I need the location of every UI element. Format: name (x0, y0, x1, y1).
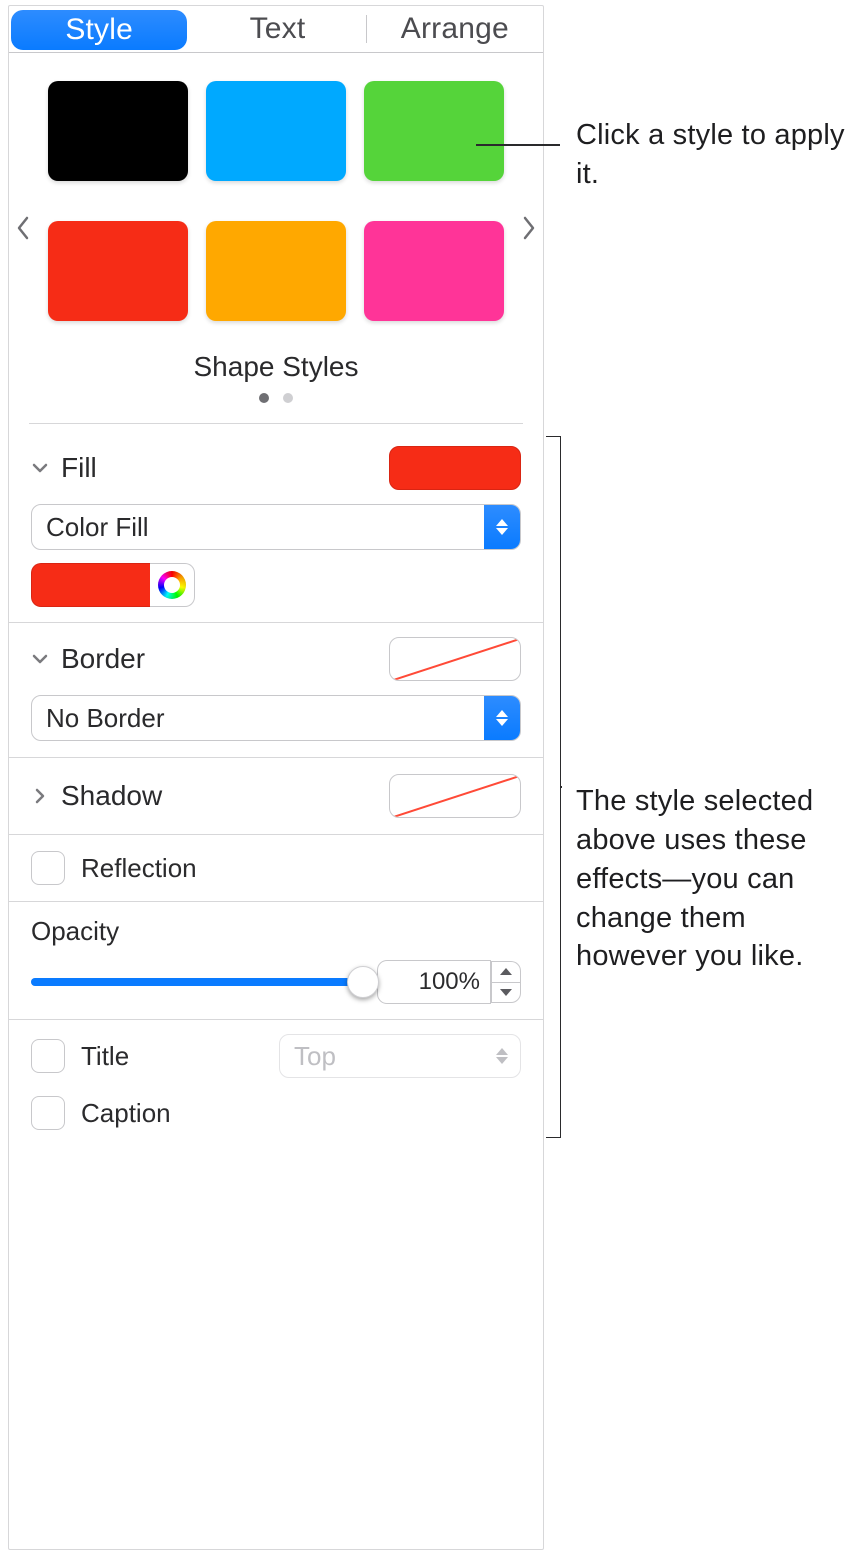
callout-leader-line (476, 144, 560, 146)
shape-styles-gallery: Shape Styles (9, 53, 543, 409)
style-swatch-red[interactable] (48, 221, 188, 321)
reflection-section: Reflection (9, 835, 543, 902)
popup-stepper-icon (484, 696, 520, 740)
format-inspector-panel: Style Text Arrange Shape S (8, 5, 544, 1550)
tab-label: Style (65, 13, 133, 47)
opacity-label: Opacity (31, 916, 521, 947)
opacity-step-up[interactable] (491, 961, 521, 982)
callout-styles: Click a style to apply it. (576, 116, 846, 194)
title-caption-section: Title Top Caption (9, 1020, 543, 1146)
inspector-tabs: Style Text Arrange (9, 6, 543, 53)
border-type-popup[interactable]: No Border (31, 695, 521, 741)
tab-style[interactable]: Style (11, 10, 187, 50)
popup-stepper-icon (484, 1035, 520, 1077)
slider-fill (31, 978, 363, 986)
gallery-prev-button[interactable] (11, 215, 35, 247)
page-dot-2[interactable] (283, 393, 293, 403)
fill-preview-well[interactable] (389, 446, 521, 490)
popup-stepper-icon (484, 505, 520, 549)
style-swatch-blue[interactable] (206, 81, 346, 181)
fill-color-picker-button[interactable] (150, 563, 195, 607)
border-section: Border No Border (9, 623, 543, 758)
caption-checkbox[interactable] (31, 1096, 65, 1130)
shadow-section: Shadow (9, 758, 543, 835)
chevron-down-icon[interactable] (31, 650, 49, 668)
callout-text: The style selected above uses these effe… (576, 785, 813, 972)
chevron-right-icon (522, 215, 536, 246)
chevron-right-icon[interactable] (31, 787, 49, 805)
style-swatch-black[interactable] (48, 81, 188, 181)
color-wheel-icon (158, 571, 186, 599)
tab-text[interactable]: Text (189, 6, 365, 52)
reflection-checkbox[interactable] (31, 851, 65, 885)
opacity-value-field[interactable]: 100% (377, 960, 491, 1004)
gallery-page-dots (31, 393, 521, 403)
gallery-next-button[interactable] (517, 215, 541, 247)
title-label: Title (81, 1041, 129, 1072)
tab-label: Arrange (401, 12, 509, 46)
border-label: Border (61, 643, 145, 675)
caption-label: Caption (81, 1098, 171, 1129)
style-swatch-pink[interactable] (364, 221, 504, 321)
chevron-down-icon[interactable] (31, 459, 49, 477)
callout-bracket (546, 436, 561, 1138)
popup-value: Color Fill (32, 512, 163, 543)
border-preview-well[interactable] (389, 637, 521, 681)
title-checkbox[interactable] (31, 1039, 65, 1073)
style-swatch-orange[interactable] (206, 221, 346, 321)
popup-value: No Border (32, 703, 179, 734)
slider-thumb[interactable] (347, 966, 379, 998)
page-dot-1[interactable] (259, 393, 269, 403)
title-position-popup[interactable]: Top (279, 1034, 521, 1078)
tab-arrange[interactable]: Arrange (367, 6, 543, 52)
style-swatch-green[interactable] (364, 81, 504, 181)
gallery-title: Shape Styles (31, 351, 521, 383)
opacity-step-down[interactable] (491, 982, 521, 1004)
opacity-slider[interactable] (31, 965, 363, 999)
chevron-left-icon (16, 215, 30, 246)
callout-leader-line (560, 786, 562, 788)
opacity-stepper: 100% (377, 961, 521, 1003)
shadow-preview-well[interactable] (389, 774, 521, 818)
opacity-section: Opacity 100% (9, 902, 543, 1020)
opacity-value: 100% (419, 968, 480, 996)
style-swatch-grid (31, 81, 521, 321)
fill-color-swatch[interactable] (31, 563, 150, 607)
popup-value: Top (280, 1041, 350, 1072)
fill-label: Fill (61, 452, 97, 484)
callout-effects: The style selected above uses these effe… (576, 782, 864, 976)
tab-label: Text (250, 12, 306, 46)
reflection-label: Reflection (81, 853, 197, 884)
shadow-label: Shadow (61, 780, 162, 812)
fill-type-popup[interactable]: Color Fill (31, 504, 521, 550)
fill-color-well (31, 564, 195, 606)
callout-text: Click a style to apply it. (576, 119, 845, 190)
fill-section: Fill Color Fill (9, 424, 543, 623)
